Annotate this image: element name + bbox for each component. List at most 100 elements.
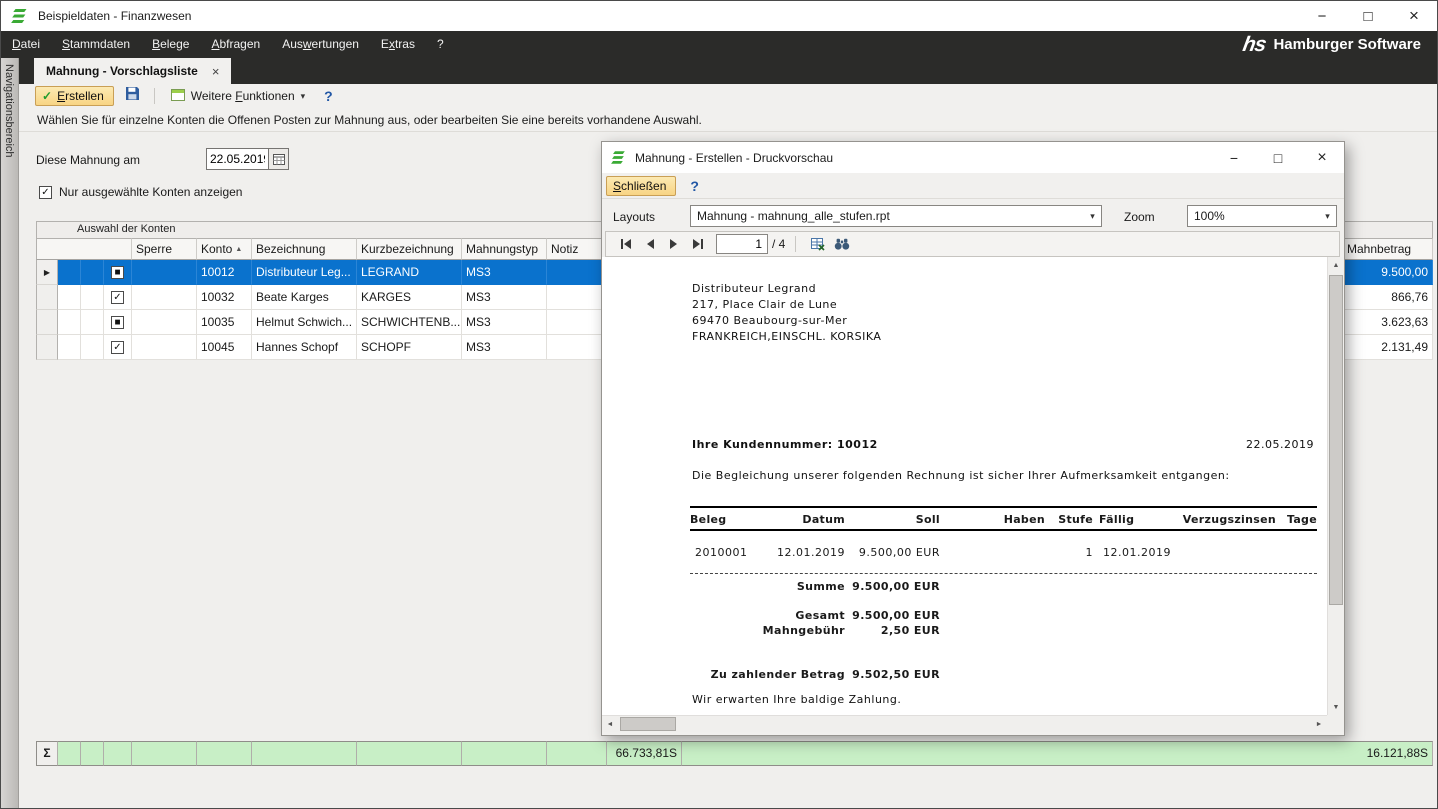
menu-auswertungen[interactable]: Auswertungen (271, 31, 370, 58)
sum-symbol: Σ (36, 741, 58, 766)
dialog-titlebar: Mahnung - Erstellen - Druckvorschau − □ … (602, 142, 1344, 173)
export-button[interactable] (806, 234, 830, 254)
scroll-down-icon[interactable]: ▼ (1328, 699, 1344, 715)
dialog-toolbar: Schließen ? (602, 173, 1344, 199)
scroll-right-icon[interactable]: ► (1311, 716, 1327, 732)
weitere-funktionen-button[interactable]: Weitere Funktionen ▾ (165, 86, 311, 106)
cell-mahnbetrag: 866,76 (1343, 285, 1433, 310)
brand-logo: hs Hamburger Software (1243, 34, 1437, 55)
val-datum: 12.01.2019 (760, 546, 845, 559)
tabstrip: Mahnung - Vorschlagsliste × (19, 58, 1437, 84)
sum-cell (197, 741, 252, 766)
mahngebuehr-label: Mahngebühr (690, 624, 845, 637)
val-beleg: 2010001 (690, 546, 760, 559)
save-button[interactable] (121, 86, 144, 106)
row-checkbox[interactable]: ✓ (111, 341, 124, 354)
header-notiz[interactable]: Notiz (547, 238, 607, 260)
close-button[interactable]: × (1391, 1, 1437, 31)
cell-b (81, 310, 104, 335)
row-checkbox[interactable]: ■ (111, 266, 124, 279)
sum-cell (58, 741, 81, 766)
menu-stammdaten[interactable]: Stammdaten (51, 31, 141, 58)
scroll-up-icon[interactable]: ▲ (1328, 257, 1344, 273)
dialog-minimize-button[interactable]: − (1212, 142, 1256, 173)
tab-close-icon[interactable]: × (212, 64, 220, 79)
dialog-help-button[interactable]: ? (684, 178, 705, 194)
erstellen-button[interactable]: ✓ Erstellen (35, 86, 114, 106)
dialog-maximize-button[interactable]: □ (1256, 142, 1300, 173)
sum-cell (547, 741, 607, 766)
layout-select[interactable]: Mahnung - mahnung_alle_stufen.rpt ▾ (690, 205, 1102, 227)
sum-row: Σ 66.733,81S 16.121,88S (36, 741, 1433, 766)
mahnung-date-label: Diese Mahnung am (36, 153, 140, 167)
row-checkbox[interactable]: ✓ (111, 291, 124, 304)
schliessen-label: Schließen (613, 179, 666, 193)
sum-cell (132, 741, 197, 766)
dialog-close-button[interactable]: × (1300, 142, 1344, 173)
next-page-button[interactable] (662, 234, 686, 254)
row-indicator (36, 335, 58, 360)
preview-vertical-scrollbar[interactable]: ▲ ▼ (1327, 257, 1344, 715)
chevron-down-icon: ▾ (1319, 211, 1336, 222)
info-text: Wählen Sie für einzelne Konten die Offen… (37, 113, 702, 127)
preview-horizontal-scrollbar[interactable]: ◄ ► (602, 715, 1327, 732)
menu-help[interactable]: ? (426, 31, 455, 58)
menu-belege[interactable]: Belege (141, 31, 200, 58)
scroll-left-icon[interactable]: ◄ (602, 716, 618, 732)
cell-konto: 10045 (197, 335, 252, 360)
header-konto[interactable]: Konto▲ (197, 238, 252, 260)
sum-cell (252, 741, 357, 766)
summe-line: Summe 9.500,00 EUR (690, 580, 940, 593)
cell-bezeichnung: Hannes Schopf (252, 335, 357, 360)
show-selected-checkbox[interactable]: ✓ (39, 186, 52, 199)
calendar-picker-button[interactable] (269, 148, 289, 170)
application-window: Beispieldaten - Finanzwesen − □ × Datei … (0, 0, 1438, 809)
cell-b (81, 260, 104, 285)
last-page-button[interactable] (686, 234, 710, 254)
functions-icon (171, 89, 185, 104)
horizontal-scroll-thumb[interactable] (620, 717, 676, 731)
search-button[interactable] (830, 234, 854, 254)
header-kurzbezeichnung[interactable]: Kurzbezeichnung (357, 238, 462, 260)
schliessen-button[interactable]: Schließen (606, 176, 676, 196)
minimize-button[interactable]: − (1299, 1, 1345, 31)
cell-konto: 10032 (197, 285, 252, 310)
hs-logo-icon: hs (1241, 34, 1267, 55)
tab-mahnung-vorschlagsliste[interactable]: Mahnung - Vorschlagsliste × (34, 58, 231, 84)
menu-datei[interactable]: Datei (1, 31, 51, 58)
menu-abfragen[interactable]: Abfragen (200, 31, 271, 58)
menubar: Datei Stammdaten Belege Abfragen Auswert… (1, 31, 1437, 58)
val-soll: 9.500,00 EUR (845, 546, 940, 559)
preview-table-row: 2010001 12.01.2019 9.500,00 EUR 1 12.01.… (690, 546, 1317, 559)
preview-table-header: Beleg Datum Soll Haben Stufe Fällig Verz… (690, 513, 1317, 531)
menu-extras[interactable]: Extras (370, 31, 426, 58)
checkmark-icon: ✓ (42, 89, 52, 103)
navigation-panel-strip[interactable]: Navigationsbereich (1, 58, 19, 808)
cell-mahnbetrag: 9.500,00 (1343, 260, 1433, 285)
page-number-input[interactable] (716, 234, 768, 254)
header-blank (36, 238, 132, 260)
help-button[interactable]: ? (318, 88, 339, 104)
previous-page-button[interactable] (638, 234, 662, 254)
cell-kurzbezeichnung: SCHOPF (357, 335, 462, 360)
cell-a (58, 335, 81, 360)
header-sperre[interactable]: Sperre (132, 238, 197, 260)
chevron-down-icon: ▾ (301, 91, 306, 102)
recipient-address: Distributeur Legrand 217, Place Clair de… (692, 281, 881, 345)
zoom-select[interactable]: 100% ▾ (1187, 205, 1337, 227)
app-icon (11, 9, 29, 23)
vertical-scroll-thumb[interactable] (1329, 275, 1343, 605)
first-page-button[interactable] (614, 234, 638, 254)
cell-kurzbezeichnung: SCHWICHTENB... (357, 310, 462, 335)
header-bezeichnung[interactable]: Bezeichnung (252, 238, 357, 260)
cell-mahnungstyp: MS3 (462, 260, 547, 285)
mahnung-date-input[interactable] (206, 148, 269, 170)
row-checkbox[interactable]: ■ (111, 316, 124, 329)
address-line: 69470 Beaubourg-sur-Mer (692, 313, 881, 329)
row-indicator (36, 310, 58, 335)
maximize-button[interactable]: □ (1345, 1, 1391, 31)
header-mahnbetrag[interactable]: Mahnbetrag (1343, 238, 1433, 260)
header-mahnungstyp[interactable]: Mahnungstyp (462, 238, 547, 260)
show-selected-label: Nur ausgewählte Konten anzeigen (59, 185, 242, 199)
col-haben: Haben (940, 513, 1045, 526)
